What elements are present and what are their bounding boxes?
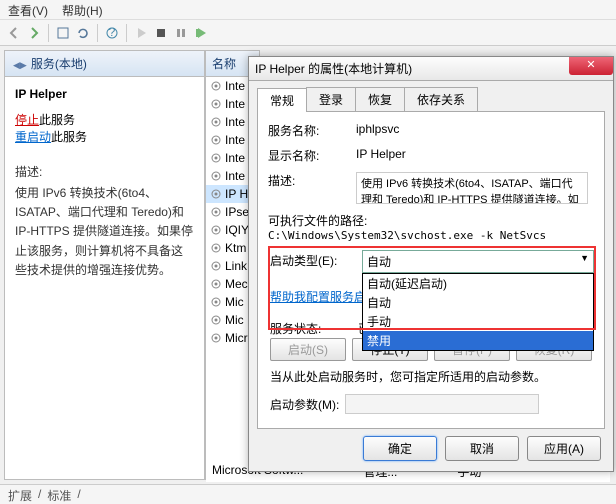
desc-label2: 描述: [268,172,356,189]
dialog-titlebar[interactable]: IP Helper 的属性(本地计算机) ✕ [249,57,613,81]
toolbar: ? [0,20,616,46]
dialog-tabs: 常规登录恢复依存关系 [257,87,605,111]
param-label: 启动参数(M): [270,396,339,413]
desc-label: 描述: [15,163,194,180]
combo-dropdown[interactable]: 自动(延迟启动)自动手动禁用 [362,273,594,351]
gear-icon [210,278,222,290]
left-panel: 服务(本地) IP Helper 停止此服务 重启动此服务 描述: 使用 IPv… [4,50,205,480]
start-type-label: 启动类型(E): [270,252,337,269]
combo-option[interactable]: 自动(延迟启动) [363,274,593,293]
combo-option[interactable]: 手动 [363,312,593,331]
gear-icon [210,332,222,344]
disp-name-label: 显示名称: [268,147,356,164]
gear-icon [210,134,222,146]
restart-service-link[interactable]: 重启动 [15,130,51,144]
gear-icon [210,80,222,92]
combo-option[interactable]: 自动 [363,293,593,312]
export-icon[interactable] [55,25,71,41]
bottom-tabs: 扩展 / 标准 / [0,484,616,504]
gear-icon [210,314,222,326]
refresh-icon[interactable] [75,25,91,41]
dialog-tab[interactable]: 登录 [306,87,356,111]
chevron-down-icon[interactable]: ▼ [580,253,589,270]
help-icon[interactable]: ? [104,25,120,41]
gear-icon [210,224,222,236]
combo-selected-text: 自动 [367,253,391,270]
restart-suffix: 此服务 [51,130,87,144]
combo-option[interactable]: 禁用 [363,331,593,350]
play-icon[interactable] [133,25,149,41]
desc-text: 使用 IPv6 转换技术(6to4、ISATAP、端口代理和 Teredo)和 … [15,184,194,280]
close-icon[interactable]: ✕ [569,57,613,75]
stop-service-link[interactable]: 停止 [15,113,39,127]
tab-extended[interactable]: 扩展 [8,487,32,502]
dialog-tab[interactable]: 依存关系 [404,87,478,111]
desc-textbox[interactable]: 使用 IPv6 转换技术(6to4、ISATAP、端口代理和 Teredo)和 … [356,172,588,204]
properties-dialog: IP Helper 的属性(本地计算机) ✕ 常规登录恢复依存关系 服务名称: … [248,56,614,472]
dialog-tab[interactable]: 常规 [257,88,307,112]
left-panel-header: 服务(本地) [5,51,204,77]
menu-help[interactable]: 帮助(H) [62,2,103,17]
forward-icon[interactable] [26,25,42,41]
start-type-combo[interactable]: 自动 ▼ 自动(延迟启动)自动手动禁用 [362,250,594,351]
service-title: IP Helper [15,87,194,101]
help-config-link[interactable]: 帮助我配置服务启 [270,288,366,305]
stop-icon[interactable] [153,25,169,41]
restart-icon[interactable] [193,25,209,41]
gear-icon [210,170,222,182]
back-icon[interactable] [6,25,22,41]
stop-suffix: 此服务 [39,113,75,127]
hint-text: 当从此处启动服务时，您可指定所适用的启动参数。 [270,368,546,385]
cancel-button[interactable]: 取消 [445,436,519,461]
svc-name-value: iphlpsvc [356,122,594,136]
tab-standard[interactable]: 标准 [47,487,71,502]
menubar: 查看(V) 帮助(H) [0,0,616,20]
param-input [345,394,539,414]
dialog-tab[interactable]: 恢复 [355,87,405,111]
path-label: 可执行文件的路径: [268,212,594,229]
gear-icon [210,152,222,164]
pause-icon[interactable] [173,25,189,41]
apply-button[interactable]: 应用(A) [527,436,601,461]
gear-icon [210,188,222,200]
gear-icon [210,206,222,218]
ok-button[interactable]: 确定 [363,436,437,461]
start-button[interactable]: 启动(S) [270,338,346,361]
gear-icon [210,296,222,308]
gear-icon [210,260,222,272]
svc-name-label: 服务名称: [268,122,356,139]
gear-icon [210,116,222,128]
gear-icon [210,98,222,110]
status-label: 服务状态: [270,320,358,337]
disp-name-value: IP Helper [356,147,594,161]
path-value: C:\Windows\System32\svchost.exe -k NetSv… [268,229,594,242]
menu-view[interactable]: 查看(V) [8,2,48,17]
gear-icon [210,242,222,254]
dialog-title-text: IP Helper 的属性(本地计算机) [255,60,412,77]
tab-general: 服务名称: iphlpsvc 显示名称: IP Helper 描述: 使用 IP… [257,111,605,429]
svg-text:?: ? [109,25,116,39]
